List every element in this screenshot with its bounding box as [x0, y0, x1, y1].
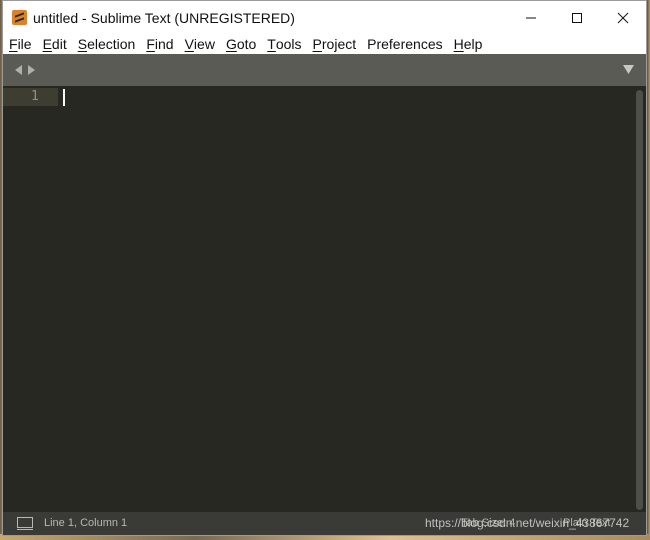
- text-caret: [63, 89, 65, 106]
- window-controls: [508, 1, 646, 34]
- menu-edit[interactable]: Edit: [43, 36, 67, 52]
- editor-area[interactable]: 1: [3, 86, 646, 512]
- window-title: untitled - Sublime Text (UNREGISTERED): [33, 9, 295, 26]
- panel-switcher-icon[interactable]: [17, 517, 33, 530]
- tab-forward-icon[interactable]: [27, 65, 35, 75]
- menu-bar: File Edit Selection Find View Goto Tools…: [3, 34, 646, 55]
- status-bar: Line 1, Column 1 Tab Size: 4 Plain Text …: [3, 512, 646, 535]
- title-bar[interactable]: untitled - Sublime Text (UNREGISTERED): [3, 1, 646, 34]
- menu-tools[interactable]: Tools: [267, 36, 301, 52]
- maximize-icon: [572, 12, 582, 23]
- sublime-logo-icon: [12, 10, 27, 25]
- menu-help[interactable]: Help: [454, 36, 483, 52]
- cursor-position: Line 1, Column 1: [44, 517, 128, 529]
- menu-selection[interactable]: Selection: [78, 36, 136, 52]
- tab-bar: [3, 54, 646, 86]
- menu-project[interactable]: Project: [313, 36, 357, 52]
- menu-preferences[interactable]: Preferences: [367, 36, 442, 52]
- watermark-text: https://blog.csdn.net/weixin_43867742: [425, 516, 630, 530]
- minimize-icon: [526, 17, 536, 18]
- sublime-window: untitled - Sublime Text (UNREGISTERED) F…: [2, 0, 647, 536]
- tab-dropdown-icon[interactable]: [623, 65, 634, 74]
- line-number: 1: [31, 89, 39, 104]
- close-button[interactable]: [600, 1, 646, 34]
- minimize-button[interactable]: [508, 1, 554, 34]
- tab-back-icon[interactable]: [15, 65, 23, 75]
- maximize-button[interactable]: [554, 1, 600, 34]
- menu-view[interactable]: View: [185, 36, 215, 52]
- menu-find[interactable]: Find: [146, 36, 173, 52]
- menu-goto[interactable]: Goto: [226, 36, 256, 52]
- tab-navigation: [15, 65, 35, 75]
- close-icon: [617, 12, 629, 23]
- vertical-scrollbar[interactable]: [636, 90, 643, 510]
- menu-file[interactable]: File: [9, 36, 32, 52]
